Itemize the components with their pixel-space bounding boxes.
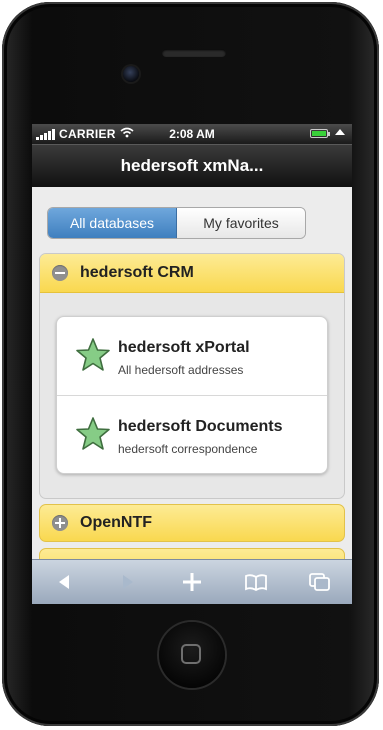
main-content: All databases My favorites hedersoft CRM… [32, 186, 352, 560]
star-icon[interactable] [75, 337, 111, 373]
back-icon[interactable] [44, 562, 84, 602]
tab-all-databases[interactable]: All databases [48, 208, 177, 238]
expand-plus-icon [52, 515, 68, 531]
orientation-lock-icon [335, 129, 345, 135]
section-header-openntf[interactable]: OpenNTF [39, 504, 345, 542]
add-icon[interactable] [172, 562, 212, 602]
database-list: hedersoft xPortal All hedersoft addresse… [56, 316, 328, 474]
home-button[interactable] [159, 622, 225, 688]
status-bar: CARRIER 2:08 AM [32, 124, 352, 144]
speaker-grille [162, 49, 226, 57]
item-subtitle: All hedersoft addresses [118, 363, 244, 377]
clock: 2:08 AM [169, 127, 215, 141]
star-icon[interactable] [75, 416, 111, 452]
collapse-minus-icon [52, 265, 68, 281]
forward-icon[interactable] [108, 562, 148, 602]
screen: CARRIER 2:08 AM hedersoft xmNa... All da… [32, 124, 352, 604]
item-subtitle: hedersoft correspondence [118, 442, 258, 456]
home-square-icon [181, 644, 201, 664]
section-header-hedersoft-crm[interactable]: hedersoft CRM [40, 254, 344, 293]
section-hedersoft-crm: hedersoft CRM hedersoft xPortal All hede… [39, 253, 345, 499]
page-title: hedersoft xmNa... [32, 144, 352, 187]
section-title: OpenNTF [80, 514, 152, 531]
list-item-documents[interactable]: hedersoft Documents hedersoft correspond… [57, 395, 327, 473]
list-item-xportal[interactable]: hedersoft xPortal All hedersoft addresse… [57, 317, 327, 395]
item-title: hedersoft xPortal [118, 339, 250, 356]
section-title: hedersoft CRM [80, 264, 194, 281]
browser-toolbar [32, 559, 352, 604]
item-title: hedersoft Documents [118, 418, 283, 435]
pages-icon[interactable] [300, 562, 340, 602]
tab-my-favorites[interactable]: My favorites [177, 208, 305, 238]
database-filter-tabs: All databases My favorites [47, 207, 306, 239]
bookmarks-icon[interactable] [236, 562, 276, 602]
camera-lens [123, 66, 139, 82]
battery-icon [310, 129, 330, 138]
